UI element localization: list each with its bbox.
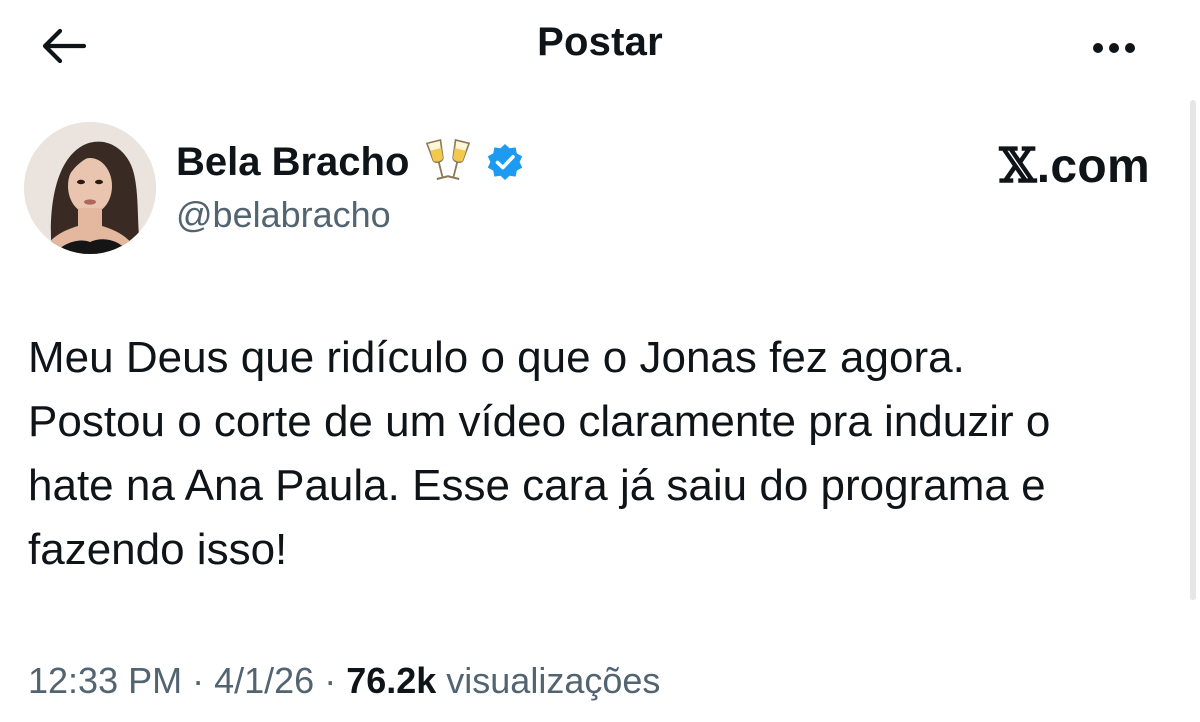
profile-photo: [24, 122, 156, 254]
meta-separator: ·: [314, 660, 347, 701]
verified-badge-icon[interactable]: [485, 142, 525, 182]
avatar[interactable]: [24, 122, 156, 254]
page-title: Postar: [537, 20, 663, 64]
champagne-glasses-icon: [425, 137, 471, 187]
post-time[interactable]: 12:33 PM: [28, 660, 182, 701]
author-row: Bela Bracho: [176, 136, 525, 188]
brand-domain: .com: [1036, 140, 1150, 193]
post-line: Postou o corte de um vídeo claramente pr…: [28, 397, 1051, 446]
views-count[interactable]: 76.2k: [346, 660, 436, 701]
post-body: Meu Deus que ridículo o que o Jonas fez …: [28, 326, 1178, 582]
post-date[interactable]: 4/1/26: [214, 660, 314, 701]
post-line: Meu Deus que ridículo o que o Jonas fez …: [28, 333, 965, 382]
post-line: fazendo isso!: [28, 525, 288, 574]
author-handle[interactable]: @belabracho: [176, 194, 391, 236]
post-line: hate na Ana Paula. Esse cara já saiu do …: [28, 461, 1046, 510]
display-name[interactable]: Bela Bracho: [176, 140, 409, 185]
meta-separator: ·: [182, 660, 215, 701]
x-com-watermark: 𝕏.com: [999, 138, 1150, 194]
post-header: Postar: [0, 0, 1200, 90]
scrollbar[interactable]: [1190, 100, 1196, 600]
x-logo-icon: 𝕏: [999, 138, 1037, 194]
more-horizontal-icon: [1093, 43, 1135, 53]
post-meta: 12:33 PM · 4/1/26 · 76.2k visualizações: [28, 660, 660, 702]
more-options-button[interactable]: [1084, 28, 1144, 68]
views-label: visualizações: [436, 660, 661, 701]
